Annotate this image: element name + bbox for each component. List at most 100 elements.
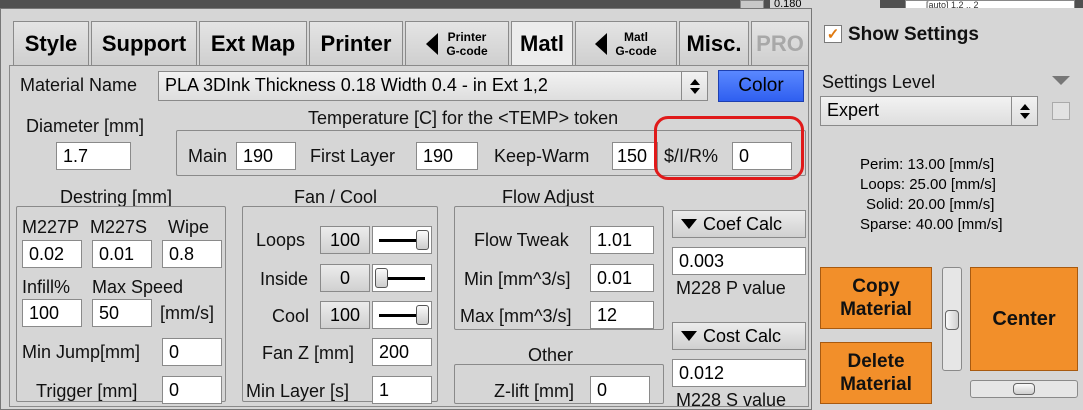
fan-loops-value[interactable]: 100 (320, 226, 370, 254)
flow-tweak-input[interactable]: 1.01 (590, 226, 654, 254)
tab-matl-gcode-line2: G-code (615, 43, 657, 58)
temp-main-label: Main (188, 146, 228, 166)
z-lift-label: Z-lift [mm] (494, 381, 574, 401)
horizontal-scrollbar[interactable] (970, 380, 1078, 398)
diameter-label: Diameter [mm] (26, 116, 145, 136)
temp-keep-warm-input[interactable]: 150 (612, 142, 658, 170)
speed-sparse: Sparse: 40.00 [mm/s] (860, 216, 1003, 233)
tab-style-label: Style (24, 30, 78, 56)
tab-misc-label: Misc. (686, 30, 742, 56)
triangle-down-icon (681, 219, 697, 229)
z-lift-input[interactable]: 0 (590, 376, 650, 404)
flow-max-label: Max [mm^3/s] (460, 306, 572, 326)
m227p-input[interactable]: 0.02 (22, 240, 82, 268)
tab-printer-gcode-line2: G-code (446, 43, 488, 58)
settings-level-value: Expert (827, 100, 880, 120)
copy-material-line1: Copy (852, 276, 900, 297)
tab-printer-label: Printer (320, 30, 392, 56)
fan-inside-slider[interactable] (372, 264, 432, 292)
tab-matl-gcode-line1: Matl (624, 29, 648, 44)
tab-support-label: Support (101, 30, 187, 56)
fan-z-input[interactable]: 200 (372, 338, 432, 366)
flow-tweak-label: Flow Tweak (474, 230, 569, 250)
temp-first-layer-input[interactable]: 190 (416, 142, 478, 170)
speed-unit-label: [mm/s] (160, 303, 214, 323)
speed-solid: Solid: 20.00 [mm/s] (866, 196, 995, 213)
fan-cool-value[interactable]: 100 (320, 301, 370, 329)
tab-matl[interactable]: Matl (511, 21, 573, 65)
diameter-input[interactable]: 1.7 (56, 142, 131, 170)
wipe-input[interactable]: 0.8 (162, 240, 222, 268)
wipe-label: Wipe (168, 217, 210, 237)
arrow-left-icon (426, 32, 439, 55)
center-button[interactable]: Center (970, 267, 1078, 371)
flow-min-label: Min [mm^3/s] (464, 269, 571, 289)
fan-cool-title: Fan / Cool (294, 187, 378, 207)
collapse-triangle-icon[interactable] (1052, 76, 1070, 85)
other-title: Other (528, 345, 574, 365)
color-button-label: Color (738, 75, 784, 96)
show-settings-checkbox[interactable]: ✓ (824, 25, 842, 43)
settings-window: Style Support Ext Map Printer Printer G-c… (0, 8, 812, 410)
m228-s-input[interactable]: 0.012 (672, 359, 806, 387)
infill-label: Infill% (22, 277, 71, 297)
flow-max-input[interactable]: 12 (590, 301, 654, 329)
tab-printer-gcode[interactable]: Printer G-code (405, 21, 509, 65)
arrow-left-icon (595, 32, 608, 55)
temp-main-input[interactable]: 190 (236, 142, 296, 170)
m228-s-label: M228 S value (676, 390, 787, 410)
coef-calc-button[interactable]: Coef Calc (672, 210, 806, 238)
level-lock-checkbox[interactable] (1052, 102, 1070, 120)
material-name-select[interactable]: PLA 3DInk Thickness 0.18 Width 0.4 - in … (158, 71, 708, 101)
min-jump-input[interactable]: 0 (162, 338, 222, 366)
horizontal-scroll-thumb[interactable] (1013, 383, 1035, 395)
temp-keep-warm-label: Keep-Warm (494, 146, 590, 166)
fan-loops-slider[interactable] (372, 226, 432, 254)
tab-pro: PRO (751, 21, 809, 65)
fan-inside-thumb[interactable] (375, 268, 388, 288)
checkmark-icon: ✓ (826, 26, 840, 43)
right-settings-column: ✓ Show Settings Settings Level Expert Pe… (812, 8, 1083, 410)
settings-level-select[interactable]: Expert (820, 96, 1038, 126)
fan-loops-thumb[interactable] (416, 230, 429, 250)
flow-min-input[interactable]: 0.01 (590, 264, 654, 292)
cost-calc-label: Cost Calc (703, 325, 782, 346)
material-name-value: PLA 3DInk Thickness 0.18 Width 0.4 - in … (165, 75, 548, 95)
center-button-label: Center (992, 307, 1056, 330)
flow-adjust-title: Flow Adjust (502, 187, 595, 207)
cost-calc-button[interactable]: Cost Calc (672, 322, 806, 350)
min-layer-label: Min Layer [s] (246, 381, 350, 401)
show-settings-label: Show Settings (848, 24, 979, 45)
m227s-input[interactable]: 0.01 (92, 240, 152, 268)
tab-matl-gcode[interactable]: Matl G-code (575, 21, 677, 65)
fan-z-label: Fan Z [mm] (262, 343, 355, 363)
fan-cool-thumb[interactable] (416, 305, 429, 325)
tab-misc[interactable]: Misc. (679, 21, 749, 65)
tab-ext-map[interactable]: Ext Map (199, 21, 307, 65)
triangle-down-icon (681, 331, 697, 341)
speed-perim: Perim: 13.00 [mm/s] (860, 156, 995, 173)
min-layer-input[interactable]: 1 (372, 376, 432, 404)
tab-printer[interactable]: Printer (309, 21, 403, 65)
copy-material-button[interactable]: Copy Material (820, 267, 932, 329)
color-button[interactable]: Color (718, 70, 804, 102)
destring-title: Destring [mm] (60, 187, 173, 207)
temperature-title: Temperature [C] for the <TEMP> token (308, 108, 619, 128)
delete-material-button[interactable]: Delete Material (820, 342, 932, 404)
copy-material-line2: Material (840, 299, 912, 320)
vertical-scroll-thumb[interactable] (945, 310, 959, 330)
vertical-scrollbar[interactable] (942, 267, 962, 371)
infill-input[interactable]: 100 (22, 299, 82, 327)
fan-cool-slider[interactable] (372, 301, 432, 329)
highlight-ring (654, 116, 804, 180)
max-speed-input[interactable]: 50 (92, 299, 152, 327)
speed-loops: Loops: 25.00 [mm/s] (860, 176, 996, 193)
fan-inside-value[interactable]: 0 (320, 264, 370, 292)
m228-p-input[interactable]: 0.003 (672, 247, 806, 275)
trigger-input[interactable]: 0 (162, 376, 222, 404)
updown-arrows-icon (1011, 97, 1037, 125)
tab-style[interactable]: Style (13, 21, 89, 65)
tab-printer-gcode-line1: Printer (447, 29, 487, 44)
tab-support[interactable]: Support (91, 21, 197, 65)
trigger-label: Trigger [mm] (36, 381, 138, 401)
